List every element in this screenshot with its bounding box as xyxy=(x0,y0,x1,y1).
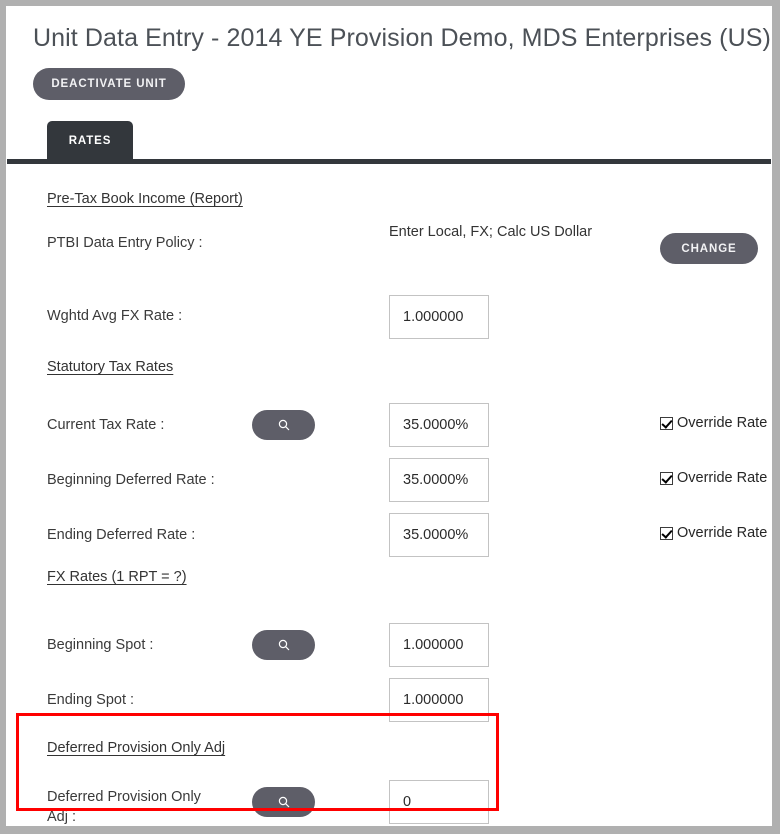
search-icon-button-beginning-spot[interactable] xyxy=(252,630,315,660)
search-icon xyxy=(278,639,290,651)
input-current-tax-rate[interactable] xyxy=(389,403,489,447)
deactivate-unit-button[interactable]: DEACTIVATE UNIT xyxy=(33,68,185,100)
section-heading-pre-tax-book-income: Pre-Tax Book Income (Report) xyxy=(47,191,243,207)
page-header: Unit Data Entry - 2014 YE Provision Demo… xyxy=(7,7,771,100)
section-deferred-provision-only-adj: Deferred Provision Only Adj xyxy=(7,734,771,780)
override-rate-label-beginning: Override Rate xyxy=(677,470,768,486)
section-pre-tax-book-income: Pre-Tax Book Income (Report) xyxy=(7,163,771,215)
rates-form: Pre-Tax Book Income (Report) PTBI Data E… xyxy=(7,163,771,825)
row-beginning-deferred-rate: Beginning Deferred Rate : Override Rate xyxy=(7,458,771,513)
override-rate-checkbox-beginning[interactable] xyxy=(660,471,673,485)
search-icon xyxy=(278,796,290,808)
override-beginning-deferred-rate: Override Rate xyxy=(660,470,767,486)
override-ending-deferred-rate: Override Rate xyxy=(660,525,767,541)
search-icon-button-deferred-provision-only-adj[interactable] xyxy=(252,787,315,817)
search-icon-button-current-tax-rate[interactable] xyxy=(252,410,315,440)
input-wghtd-avg-fx-rate[interactable] xyxy=(389,295,489,339)
input-ending-spot[interactable] xyxy=(389,678,489,722)
section-statutory-tax-rates: Statutory Tax Rates xyxy=(7,351,771,403)
override-current-tax-rate: Override Rate xyxy=(660,415,767,431)
row-ending-deferred-rate: Ending Deferred Rate : Override Rate xyxy=(7,513,771,561)
search-icon xyxy=(278,419,290,431)
tab-rates[interactable]: RATES xyxy=(47,121,133,160)
value-ptbi-data-entry-policy: Enter Local, FX; Calc US Dollar xyxy=(389,224,593,240)
label-wghtd-avg-fx-rate: Wghtd Avg FX Rate : xyxy=(47,308,183,324)
input-deferred-provision-only-adj[interactable] xyxy=(389,780,489,824)
change-ptbi-policy-button[interactable]: CHANGE xyxy=(660,233,758,264)
label-ptbi-data-entry-policy: PTBI Data Entry Policy : xyxy=(47,235,203,251)
label-current-tax-rate: Current Tax Rate : xyxy=(47,417,165,433)
section-fx-rates: FX Rates (1 RPT = ?) xyxy=(7,561,771,623)
page-title: Unit Data Entry - 2014 YE Provision Demo… xyxy=(33,24,771,52)
row-beginning-spot: Beginning Spot : xyxy=(7,623,771,678)
tab-strip: RATES xyxy=(7,121,771,164)
label-beginning-deferred-rate: Beginning Deferred Rate : xyxy=(47,472,215,488)
label-ending-deferred-rate: Ending Deferred Rate : xyxy=(47,527,196,543)
override-rate-checkbox-current[interactable] xyxy=(660,416,673,430)
section-heading-fx-rates: FX Rates (1 RPT = ?) xyxy=(47,569,187,585)
row-wghtd-avg-fx-rate: Wghtd Avg FX Rate : xyxy=(7,279,771,351)
input-beginning-spot[interactable] xyxy=(389,623,489,667)
section-heading-statutory-tax-rates: Statutory Tax Rates xyxy=(47,359,174,375)
override-rate-label-current: Override Rate xyxy=(677,415,768,431)
label-deferred-provision-only-adj: Deferred Provision Only Adj : xyxy=(47,789,201,825)
row-deferred-provision-only-adj: Deferred Provision Only Adj : xyxy=(7,780,771,825)
override-rate-label-ending: Override Rate xyxy=(677,525,768,541)
application-window: Unit Data Entry - 2014 YE Provision Demo… xyxy=(6,6,772,826)
row-ptbi-data-entry-policy: PTBI Data Entry Policy : Enter Local, FX… xyxy=(7,215,771,279)
row-current-tax-rate: Current Tax Rate : Override Rate xyxy=(7,403,771,458)
override-rate-checkbox-ending[interactable] xyxy=(660,526,673,540)
row-ending-spot: Ending Spot : xyxy=(7,678,771,734)
section-heading-deferred-provision-only-adj: Deferred Provision Only Adj xyxy=(47,740,226,756)
input-ending-deferred-rate[interactable] xyxy=(389,513,489,557)
label-beginning-spot: Beginning Spot : xyxy=(47,637,154,653)
input-beginning-deferred-rate[interactable] xyxy=(389,458,489,502)
label-ending-spot: Ending Spot : xyxy=(47,692,135,708)
